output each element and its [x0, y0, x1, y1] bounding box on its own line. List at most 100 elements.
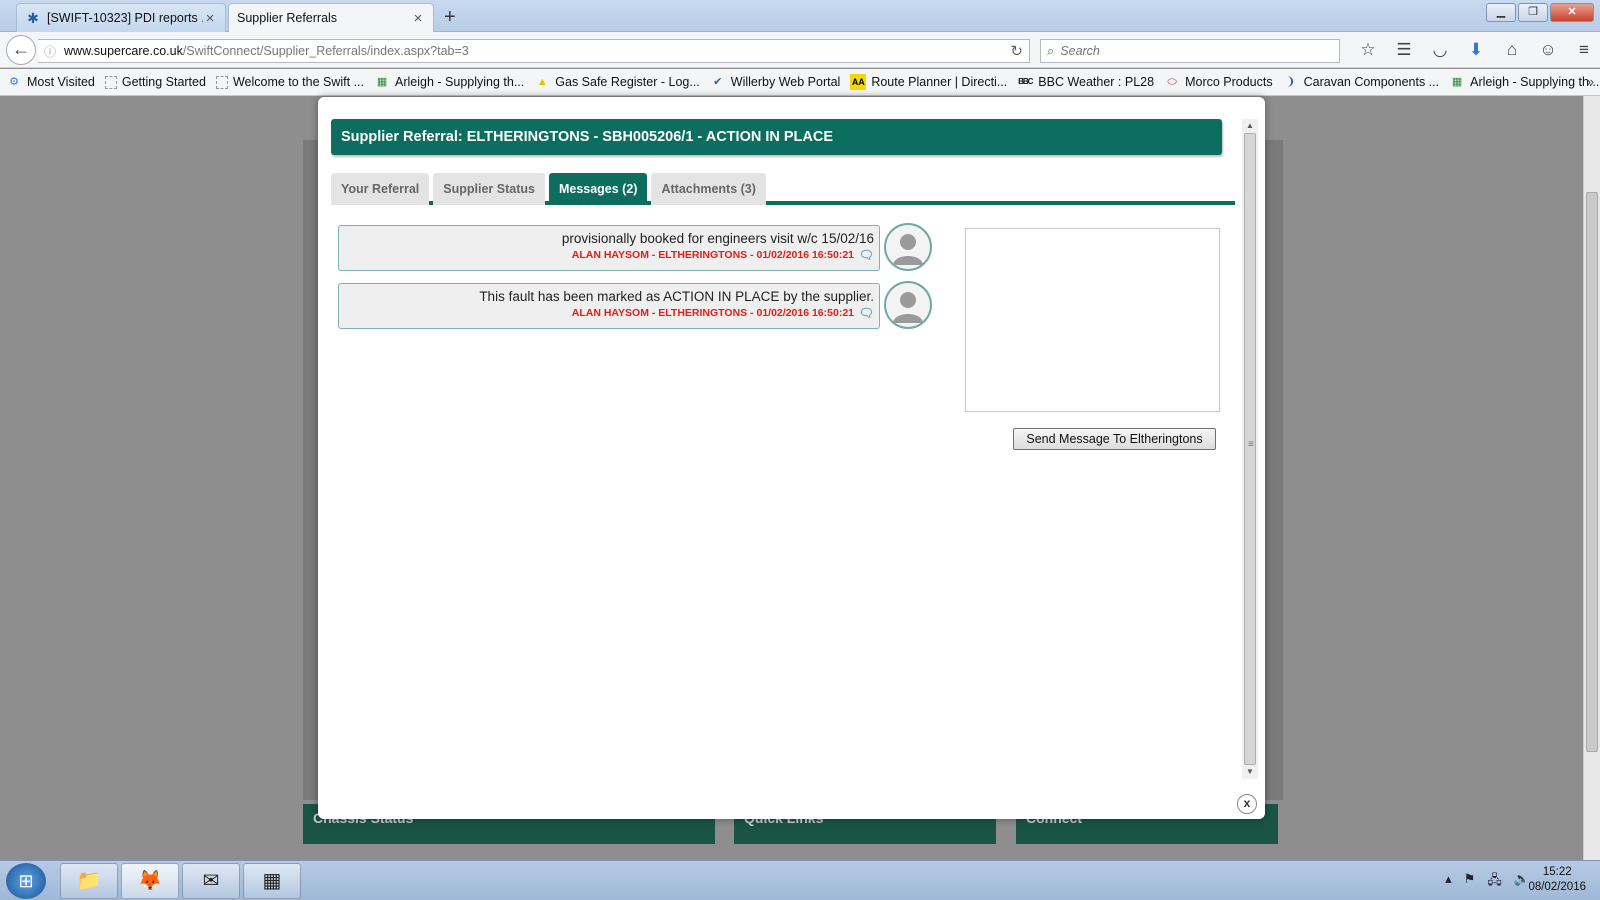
- tab-title: [SWIFT-10323] PDI reports ...: [47, 11, 203, 25]
- restore-button[interactable]: ❐: [1518, 3, 1548, 22]
- bookmark-willerby[interactable]: ✔ Willerby Web Portal: [710, 74, 841, 90]
- message-meta: ALAN HAYSOM - ELTHERINGTONS - 01/02/2016…: [339, 306, 874, 320]
- search-input[interactable]: [1060, 44, 1321, 58]
- tab-attachments[interactable]: Attachments (3): [651, 173, 766, 205]
- minimize-button[interactable]: ▁: [1486, 3, 1516, 22]
- chat-icon[interactable]: ☺: [1530, 40, 1566, 60]
- calculator-app-icon[interactable]: ▦: [243, 863, 301, 899]
- scrollbar-thumb[interactable]: ≡: [1244, 133, 1256, 765]
- chevron-right-icon[interactable]: »: [1587, 74, 1594, 89]
- modal-tab-bar: Your Referral Supplier Status Messages (…: [331, 173, 1235, 205]
- bookmark-label: Arleigh - Supplying th...: [1470, 75, 1600, 89]
- bookmark-star-icon[interactable]: ☆: [1350, 40, 1386, 60]
- gear-icon: ⚙: [9, 76, 19, 88]
- bookmark-arleigh[interactable]: ▦ Arleigh - Supplying th...: [374, 74, 524, 90]
- bookmark-arleigh-2[interactable]: ▦ Arleigh - Supplying th...: [1449, 74, 1599, 90]
- address-bar[interactable]: ⓘ www.supercare.co.uk /SwiftConnect/Supp…: [38, 39, 1030, 63]
- bookmark-morco[interactable]: ⬭ Morco Products: [1164, 74, 1272, 90]
- bookmark-label: Route Planner | Directi...: [871, 75, 1008, 89]
- reading-list-icon[interactable]: ☰: [1386, 40, 1422, 60]
- browser-tab-supplier-referrals[interactable]: Supplier Referrals ×: [228, 3, 434, 32]
- tab-your-referral[interactable]: Your Referral: [331, 173, 430, 205]
- firefox-icon[interactable]: 🦊: [121, 863, 179, 899]
- reload-icon[interactable]: ↻: [1010, 42, 1023, 60]
- bookmark-label: Getting Started: [121, 75, 206, 89]
- modal-scrollbar[interactable]: ▲ ≡ ▼: [1242, 119, 1258, 779]
- outlook-icon[interactable]: ✉: [182, 863, 240, 899]
- message-author-date: ALAN HAYSOM - ELTHERINGTONS - 01/02/2016…: [571, 249, 854, 261]
- windows-taskbar: ⊞ 📁 🦊 ✉ ▦ ▴ ⚑ 🖧 🔈 15:22 08/02/2016: [0, 860, 1600, 900]
- bookmark-label: Most Visited: [27, 75, 95, 89]
- grid-icon: ▦: [1451, 76, 1463, 88]
- new-tab-button[interactable]: +: [444, 6, 456, 29]
- browser-tab-strip: ✱ [SWIFT-10323] PDI reports ... × Suppli…: [0, 0, 1600, 32]
- message-text: This fault has been marked as ACTION IN …: [479, 289, 874, 304]
- bookmark-label: Caravan Components ...: [1303, 75, 1440, 89]
- system-tray: ▴ ⚑ 🖧 🔈: [1433, 871, 1530, 893]
- tab-supplier-status[interactable]: Supplier Status: [433, 173, 545, 205]
- menu-icon[interactable]: ≡: [1566, 40, 1600, 60]
- taskbar-clock[interactable]: 15:22 08/02/2016: [1528, 865, 1586, 895]
- site-info-icon[interactable]: ⓘ: [44, 43, 56, 60]
- toolbar-icons: ☆ ☰ ◡ ⬇ ⌂ ☺ ≡: [1350, 40, 1600, 60]
- bookmark-gas-safe[interactable]: ▲ Gas Safe Register - Log...: [534, 74, 700, 90]
- avatar: [884, 281, 932, 329]
- message-input[interactable]: [965, 228, 1220, 412]
- window-controls: ▁ ❐ ✕: [1484, 3, 1594, 22]
- scroll-up-icon[interactable]: ▲: [1242, 119, 1258, 133]
- swoosh-icon: ❩: [1286, 76, 1296, 88]
- page-icon: [104, 75, 117, 89]
- bookmark-route-planner[interactable]: AA Route Planner | Directi...: [850, 74, 1007, 90]
- close-tab-icon[interactable]: ×: [203, 10, 217, 27]
- aa-icon: AA: [850, 74, 867, 90]
- bookmark-label: Welcome to the Swift ...: [232, 75, 365, 89]
- avatar: [884, 223, 932, 271]
- bookmarks-toolbar: ⚙ Most Visited Getting Started Welcome to…: [0, 69, 1600, 96]
- tab-messages[interactable]: Messages (2): [548, 173, 648, 205]
- scroll-down-icon[interactable]: ▼: [1242, 765, 1258, 779]
- bookmark-getting-started[interactable]: Getting Started: [104, 75, 206, 89]
- tab-title: Supplier Referrals: [237, 11, 338, 25]
- browser-tab-swift[interactable]: ✱ [SWIFT-10323] PDI reports ... ×: [16, 3, 226, 32]
- start-button[interactable]: ⊞: [6, 863, 46, 899]
- bookmark-caravan-components[interactable]: ❩ Caravan Components ...: [1283, 74, 1440, 90]
- bookmark-welcome-swift[interactable]: Welcome to the Swift ...: [215, 75, 365, 89]
- bbc-icon: BBC: [1018, 77, 1033, 86]
- user-silhouette-icon: [893, 292, 923, 323]
- clock-date: 08/02/2016: [1528, 881, 1586, 893]
- speech-bubble-icon: 🗨: [858, 306, 874, 320]
- supplier-referral-modal: Supplier Referral: ELTHERINGTONS - SBH00…: [318, 97, 1265, 819]
- bookmark-label: Willerby Web Portal: [730, 75, 841, 89]
- clock-time: 15:22: [1542, 866, 1572, 878]
- jira-icon: ✱: [27, 10, 39, 26]
- scrollbar-thumb[interactable]: [1586, 192, 1598, 752]
- message-text: provisionally booked for engineers visit…: [561, 231, 874, 246]
- modal-close-button[interactable]: x: [1237, 794, 1257, 814]
- oval-icon: ⬭: [1167, 76, 1177, 88]
- search-box[interactable]: ⌕: [1040, 39, 1340, 63]
- bookmark-most-visited[interactable]: ⚙ Most Visited: [6, 74, 95, 90]
- user-silhouette-icon: [893, 234, 923, 265]
- grip-icon: ≡: [1248, 439, 1254, 450]
- search-icon: ⌕: [1047, 43, 1055, 58]
- page-scrollbar[interactable]: [1583, 96, 1600, 860]
- navigation-toolbar: ← ⓘ www.supercare.co.uk /SwiftConnect/Su…: [0, 32, 1600, 68]
- modal-title: Supplier Referral: ELTHERINGTONS - SBH00…: [331, 119, 1222, 155]
- speech-bubble-icon: 🗨: [858, 248, 874, 262]
- download-icon[interactable]: ⬇: [1458, 40, 1494, 60]
- triangle-icon: ▲: [536, 76, 548, 88]
- chevron-up-icon[interactable]: ▴: [1445, 871, 1452, 893]
- bookmark-label: Arleigh - Supplying th...: [395, 75, 525, 89]
- send-message-button[interactable]: Send Message To Eltheringtons: [1013, 428, 1216, 450]
- file-explorer-icon[interactable]: 📁: [60, 863, 118, 899]
- close-window-button[interactable]: ✕: [1550, 3, 1594, 22]
- back-button[interactable]: ←: [6, 35, 36, 65]
- bookmark-bbc-weather[interactable]: BBC BBC Weather : PL28: [1017, 74, 1154, 90]
- close-tab-icon[interactable]: ×: [411, 10, 425, 27]
- network-icon[interactable]: 🖧: [1487, 871, 1502, 893]
- pocket-icon[interactable]: ◡: [1422, 40, 1458, 60]
- home-icon[interactable]: ⌂: [1494, 40, 1530, 60]
- message-author-date: ALAN HAYSOM - ELTHERINGTONS - 01/02/2016…: [571, 307, 854, 319]
- flag-icon[interactable]: ⚑: [1464, 871, 1476, 893]
- bookmark-label: BBC Weather : PL28: [1038, 75, 1155, 89]
